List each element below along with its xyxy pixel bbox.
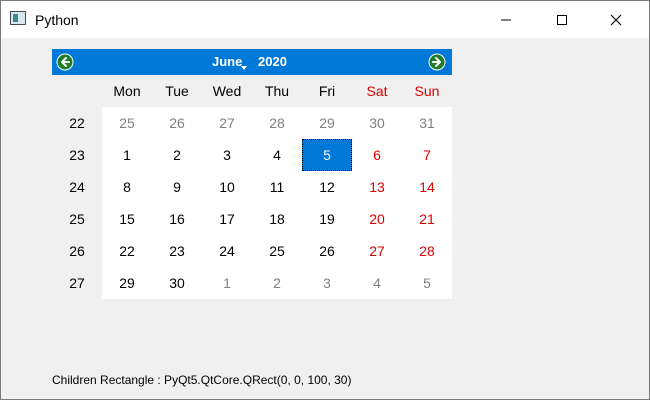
close-icon: [610, 14, 622, 25]
day-cell[interactable]: 30: [152, 267, 202, 299]
day-cell[interactable]: 26: [302, 235, 352, 267]
day-cell[interactable]: 13: [352, 171, 402, 203]
title-bar[interactable]: Python: [1, 1, 649, 38]
day-cell[interactable]: 11: [252, 171, 302, 203]
week-number: 27: [69, 275, 85, 291]
day-cell[interactable]: 3: [202, 139, 252, 171]
day-cell[interactable]: 26: [152, 107, 202, 139]
day-cell[interactable]: 23: [152, 235, 202, 267]
children-rect-label: Children Rectangle : PyQt5.QtCore.QRect(…: [52, 373, 352, 387]
day-cell[interactable]: 29: [102, 267, 152, 299]
day-cell[interactable]: 15: [102, 203, 152, 235]
day-cell[interactable]: 3: [302, 267, 352, 299]
day-name-mon: Mon: [113, 83, 141, 99]
day-cell[interactable]: 25: [102, 107, 152, 139]
maximize-button[interactable]: [539, 1, 585, 38]
day-cell[interactable]: 29: [302, 107, 352, 139]
month-selector-button[interactable]: June: [212, 54, 242, 70]
arrow-left-icon: [56, 53, 74, 71]
day-name-tue: Tue: [165, 83, 189, 99]
day-cell[interactable]: 31: [402, 107, 452, 139]
day-cell[interactable]: 12: [302, 171, 352, 203]
day-cell[interactable]: 30: [352, 107, 402, 139]
minimize-icon: [501, 19, 511, 20]
day-cell[interactable]: 9: [152, 171, 202, 203]
window-title: Python: [35, 12, 79, 28]
day-cell[interactable]: 22: [102, 235, 152, 267]
next-month-button[interactable]: [428, 53, 446, 71]
day-cell[interactable]: 18: [252, 203, 302, 235]
day-cell[interactable]: 19: [302, 203, 352, 235]
calendar-navigation-bar: June 2020: [52, 49, 452, 75]
previous-month-button[interactable]: [56, 53, 74, 71]
chevron-down-icon: [241, 66, 247, 70]
day-cell[interactable]: 8: [102, 171, 152, 203]
day-cell[interactable]: 2: [152, 139, 202, 171]
day-name-thu: Thu: [264, 83, 290, 99]
day-name-wed: Wed: [212, 83, 242, 99]
day-name-sat: Sat: [366, 83, 388, 99]
day-cell[interactable]: 17: [202, 203, 252, 235]
day-name-fri: Fri: [318, 83, 336, 99]
python-app-icon: [10, 11, 26, 25]
day-cell[interactable]: 28: [402, 235, 452, 267]
day-cell[interactable]: 14: [402, 171, 452, 203]
week-number: 25: [69, 211, 85, 227]
day-cell[interactable]: 27: [202, 107, 252, 139]
day-cell[interactable]: 4: [252, 139, 302, 171]
day-cell[interactable]: 24: [202, 235, 252, 267]
day-cell[interactable]: 6: [352, 139, 402, 171]
day-cell[interactable]: 21: [402, 203, 452, 235]
week-number: 26: [69, 243, 85, 259]
year-selector-button[interactable]: 2020: [258, 54, 287, 70]
day-cell[interactable]: 5: [402, 267, 452, 299]
day-cell[interactable]: 1: [202, 267, 252, 299]
arrow-right-icon: [428, 53, 446, 71]
day-cell[interactable]: 16: [152, 203, 202, 235]
day-cell[interactable]: 28: [252, 107, 302, 139]
maximize-icon: [557, 14, 567, 25]
close-button[interactable]: [593, 1, 639, 38]
day-cell[interactable]: 2: [252, 267, 302, 299]
minimize-button[interactable]: [483, 1, 529, 38]
week-number: 24: [69, 179, 85, 195]
week-number: 22: [69, 115, 85, 131]
day-name-sun: Sun: [414, 83, 440, 99]
calendar-widget: June 2020 Mon Tue Wed Thu Fri Sat Sun 22 25 26 27 2…: [52, 49, 452, 299]
day-cell[interactable]: 27: [352, 235, 402, 267]
day-cell[interactable]: 25: [252, 235, 302, 267]
selected-day-cell[interactable]: 5: [302, 139, 352, 171]
day-cell[interactable]: 1: [102, 139, 152, 171]
day-cell[interactable]: 7: [402, 139, 452, 171]
app-window: Python June 2020 Mon Tue Wed Thu Fri Sat…: [0, 0, 650, 400]
day-cell[interactable]: 4: [352, 267, 402, 299]
day-cell[interactable]: 20: [352, 203, 402, 235]
day-cell[interactable]: 10: [202, 171, 252, 203]
week-number: 23: [69, 147, 85, 163]
